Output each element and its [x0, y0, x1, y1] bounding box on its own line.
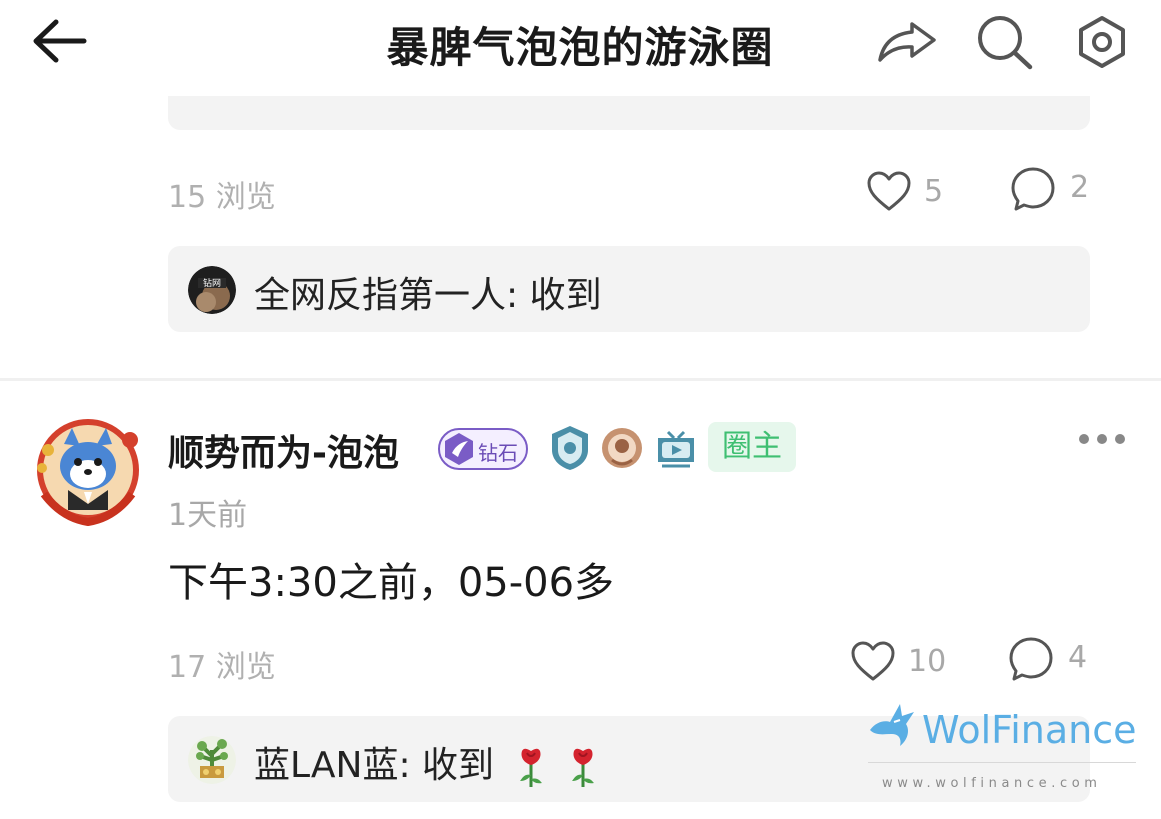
watermark-brand: WolFinance — [922, 708, 1137, 752]
comment-text: 全网反指第一人: 收到 — [254, 275, 602, 316]
top-comment[interactable]: 钻网 全网反指第一人: 收到 — [168, 246, 1090, 332]
comment-count: 4 — [1068, 640, 1088, 675]
diamond-member-badge: 钻石 — [438, 428, 528, 470]
comment-bubble-icon[interactable] — [1010, 166, 1056, 212]
more-options-icon[interactable] — [1078, 430, 1126, 448]
commenter-avatar — [188, 736, 236, 784]
shield-badge-icon — [552, 426, 588, 470]
view-count: 17 浏览 — [168, 650, 276, 685]
like-count: 10 — [908, 644, 947, 679]
circle-owner-badge: 圈主 — [708, 422, 796, 472]
avatar-text: 钻网 — [203, 277, 221, 289]
watermark-divider — [868, 762, 1136, 763]
diamond-gem-icon — [445, 433, 473, 465]
post-content: 下午3:30之前，05-06多 — [168, 560, 615, 606]
comment-bubble-icon[interactable] — [1008, 636, 1054, 682]
comment-text: 蓝LAN蓝: 收到 — [254, 736, 598, 789]
wolf-logo-icon — [870, 704, 914, 746]
gear-medal-badge-icon — [602, 428, 642, 468]
watermark-url: www.wolfinance.com — [882, 776, 1102, 791]
rose-icon — [572, 748, 595, 787]
search-icon[interactable] — [974, 14, 1034, 70]
previous-post-card — [168, 96, 1090, 130]
post-timestamp: 1天前 — [168, 498, 248, 533]
top-bar: 暴脾气泡泡的游泳圈 — [0, 0, 1161, 86]
view-count: 15 浏览 — [168, 180, 276, 215]
video-badge-icon — [658, 430, 694, 468]
comment-count: 2 — [1070, 170, 1090, 205]
like-heart-icon[interactable] — [850, 640, 896, 682]
author-name[interactable]: 顺势而为-泡泡 — [168, 424, 399, 476]
author-avatar[interactable] — [32, 414, 144, 526]
settings-icon[interactable] — [1074, 14, 1130, 70]
wolfinance-watermark: WolFinance www.wolfinance.com — [862, 700, 1142, 800]
page-title: 暴脾气泡泡的游泳圈 — [386, 23, 774, 72]
share-icon[interactable] — [876, 18, 938, 64]
like-count: 5 — [924, 174, 944, 209]
post-divider — [0, 378, 1161, 381]
commenter-avatar: 钻网 — [188, 266, 236, 314]
comment-body: 蓝LAN蓝: 收到 — [254, 745, 495, 786]
like-heart-icon[interactable] — [866, 170, 912, 212]
rose-icon — [520, 748, 543, 787]
diamond-badge-label: 钻石 — [478, 441, 518, 465]
back-arrow-icon[interactable] — [30, 18, 90, 64]
